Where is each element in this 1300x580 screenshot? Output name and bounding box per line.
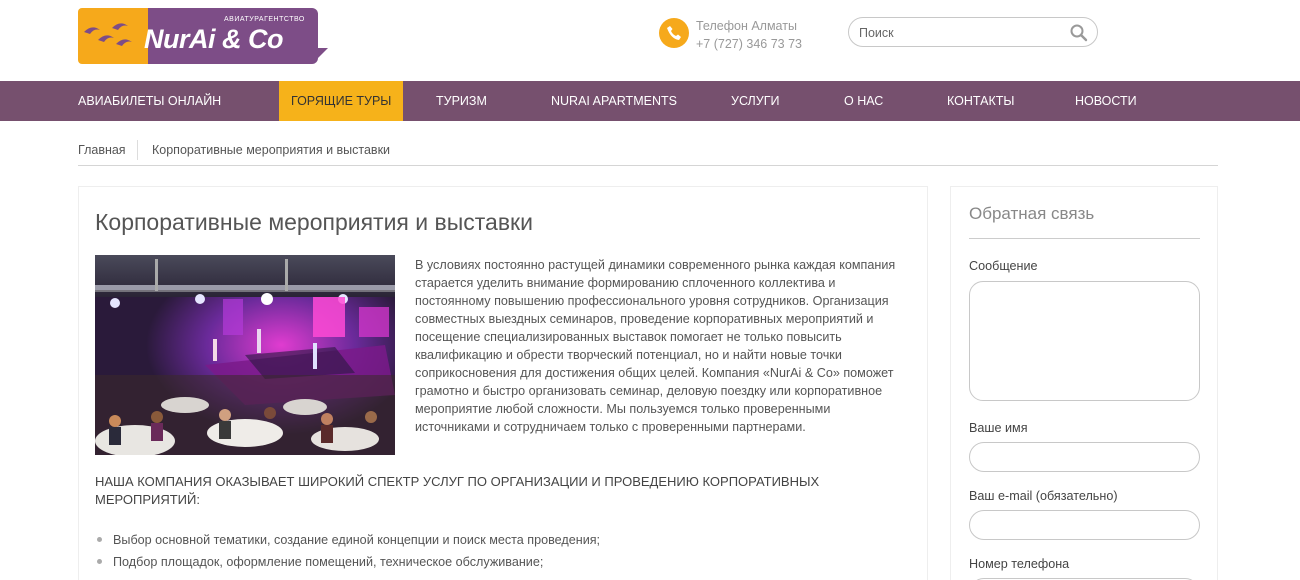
feedback-form: Обратная связь Сообщение Ваше имя Ваш e-… [950, 186, 1218, 580]
nurai-logo[interactable]: АВИАТУРАГЕНТСТВО NurAi & Co [78, 8, 328, 64]
feedback-title: Обратная связь [969, 204, 1095, 223]
nav-item-services[interactable]: УСЛУГИ [731, 81, 779, 121]
bullet-icon [97, 537, 102, 542]
services-heading: НАША КОМПАНИЯ ОКАЗЫВАЕТ ШИРОКИЙ СПЕКТР У… [95, 474, 820, 507]
phone-icon [659, 18, 689, 48]
phone-label: Номер телефона [969, 557, 1070, 571]
name-label: Ваше имя [969, 421, 1028, 435]
list-item: Подбор площадок, оформление помещений, т… [95, 551, 895, 573]
nav-item-apartments[interactable]: NURAI APARTMENTS [551, 81, 677, 121]
nav-item-about[interactable]: О НАС [844, 81, 883, 121]
list-item-text: Подбор площадок, оформление помещений, т… [113, 555, 544, 569]
intro-paragraph: В условиях постоянно растущей динамики с… [415, 258, 896, 434]
breadcrumb-current: Корпоративные мероприятия и выставки [152, 143, 391, 157]
list-item-text: Выбор основной тематики, создание единой… [113, 533, 601, 547]
search-box [848, 17, 1098, 47]
divider [969, 238, 1200, 239]
logo-tagline: АВИАТУРАГЕНТСТВО [224, 16, 305, 23]
birds-icon [84, 23, 132, 46]
nav-item-news[interactable]: НОВОСТИ [1075, 81, 1137, 121]
event-photo [95, 255, 395, 455]
list-item: Выбор основной тематики, создание единой… [95, 529, 895, 551]
main-content: Корпоративные мероприятия и выставки В у… [78, 186, 928, 580]
breadcrumb: Главная Корпоративные мероприятия и выст… [78, 140, 1218, 166]
breadcrumb-divider [137, 140, 138, 160]
phone-number[interactable]: +7 (727) 346 73 73 [696, 37, 802, 51]
nav-item-flights[interactable]: АВИАБИЛЕТЫ ОНЛАЙН [78, 81, 221, 121]
nav-item-contacts[interactable]: КОНТАКТЫ [947, 81, 1014, 121]
search-icon[interactable] [1069, 23, 1089, 43]
breadcrumb-home-link[interactable]: Главная [78, 143, 126, 157]
email-label: Ваш e-mail (обязательно) [969, 489, 1118, 503]
main-nav: АВИАБИЛЕТЫ ОНЛАЙН ГОРЯЩИЕ ТУРЫ ТУРИЗМ NU… [0, 81, 1300, 121]
page-title: Корпоративные мероприятия и выставки [95, 209, 533, 235]
search-input[interactable] [859, 23, 1059, 43]
nav-item-tourism[interactable]: ТУРИЗМ [436, 81, 487, 121]
message-textarea[interactable] [969, 281, 1200, 401]
logo-text: NurAi & Co [144, 24, 284, 54]
email-input[interactable] [969, 510, 1200, 540]
bullet-icon [97, 559, 102, 564]
phone-city-label: Телефон Алматы [696, 19, 797, 33]
services-list: Выбор основной тематики, создание единой… [95, 529, 895, 573]
site-header: АВИАТУРАГЕНТСТВО NurAi & Co Телефон Алма… [0, 0, 1300, 81]
logo-speech-tail [314, 48, 328, 62]
message-label: Сообщение [969, 259, 1038, 273]
name-input[interactable] [969, 442, 1200, 472]
nav-item-hot-tours[interactable]: ГОРЯЩИЕ ТУРЫ [279, 81, 404, 121]
